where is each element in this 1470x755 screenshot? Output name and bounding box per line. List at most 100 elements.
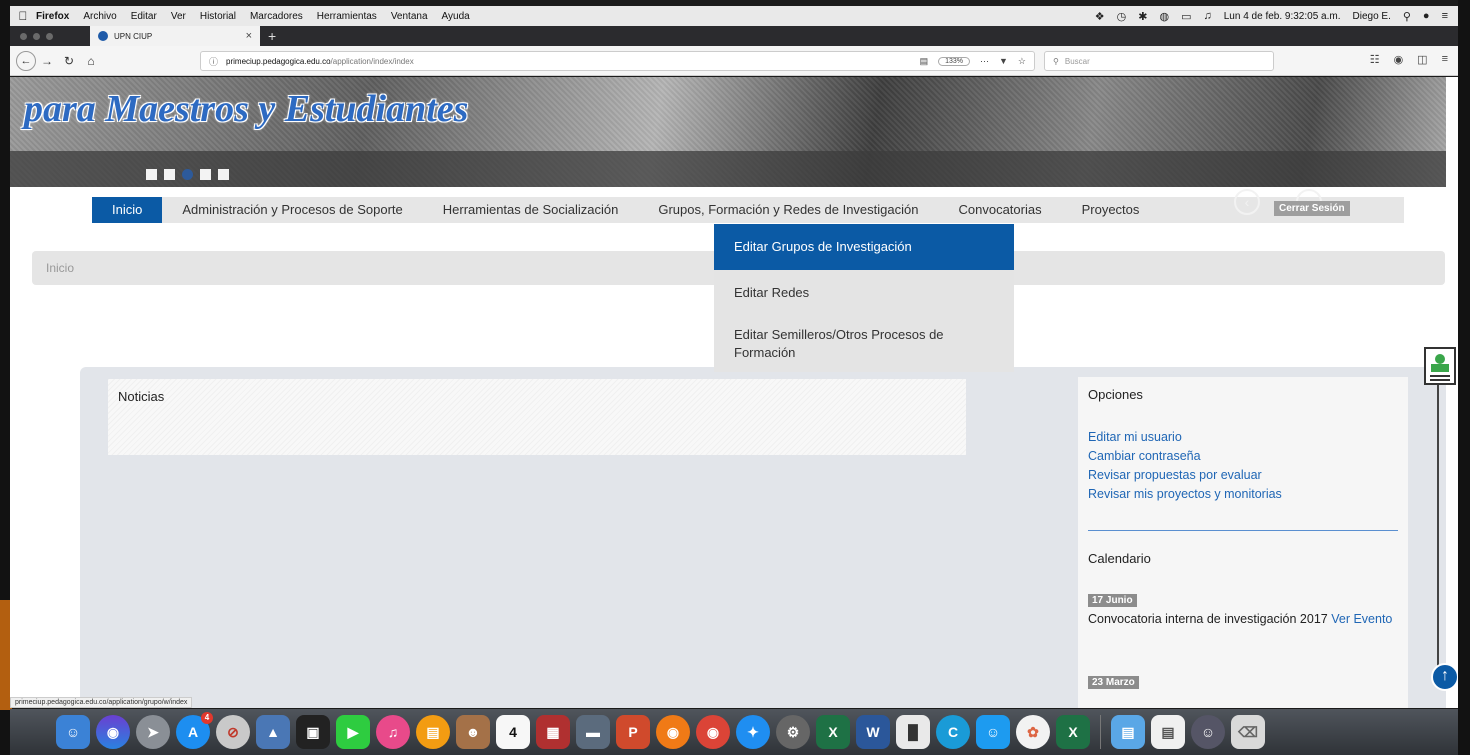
sidebar-icon[interactable]: ◫ — [1417, 53, 1427, 66]
word-icon[interactable]: W — [856, 715, 890, 749]
app-store-icon[interactable]: A4 — [176, 712, 213, 749]
spotlight-icon[interactable]: ⚲ — [1403, 10, 1411, 23]
url-bar[interactable]: ⓘ primeciup.pedagogica.edu.co /applicati… — [200, 51, 1035, 71]
excel-icon[interactable]: X — [816, 715, 850, 749]
carousel-prev-icon[interactable]: ‹ — [1234, 189, 1260, 215]
dropdown-editar-grupos[interactable]: Editar Grupos de Investigación — [714, 224, 1014, 270]
pocket-icon[interactable]: ▼ — [999, 56, 1008, 66]
site-info-icon[interactable]: ⓘ — [209, 55, 218, 68]
dropdown-editar-redes[interactable]: Editar Redes — [714, 270, 1014, 316]
carousel-dot[interactable] — [164, 169, 175, 180]
nav-grupos[interactable]: Grupos, Formación y Redes de Investigaci… — [638, 197, 938, 223]
chrome-icon[interactable]: ◉ — [696, 715, 730, 749]
menu-archivo[interactable]: Archivo — [83, 11, 116, 22]
bluetooth-icon[interactable]: ✱ — [1138, 10, 1147, 23]
volume-icon[interactable]: ♫ — [1203, 10, 1211, 22]
wifi-icon[interactable]: ◍ — [1159, 10, 1169, 23]
photo-booth-icon[interactable]: ▣ — [296, 715, 330, 749]
document-icon[interactable]: ▤ — [1151, 715, 1185, 749]
system-preferences-icon[interactable]: ⚙ — [776, 715, 810, 749]
menu-ventana[interactable]: Ventana — [391, 11, 428, 22]
link-revisar-propuestas[interactable]: Revisar propuestas por evaluar — [1088, 466, 1398, 485]
dropdown-editar-semilleros[interactable]: Editar Semilleros/Otros Procesos de Form… — [714, 316, 1014, 372]
menu-icon[interactable]: ≡ — [1442, 53, 1448, 66]
blocked-app-icon[interactable]: ⊘ — [216, 715, 250, 749]
reader-view-icon[interactable]: ▤ — [920, 56, 929, 67]
clock-text[interactable]: Lun 4 de feb. 9:32:05 a.m. — [1224, 11, 1341, 22]
close-window-button[interactable] — [20, 32, 27, 40]
main-nav: Inicio Administración y Procesos de Sopo… — [92, 189, 1404, 223]
menu-herramientas[interactable]: Herramientas — [317, 11, 377, 22]
contacts-icon[interactable]: ☻ — [456, 715, 490, 749]
zoom-window-button[interactable] — [46, 32, 53, 40]
content-area: Noticias Opciones Editar mi usuario Camb… — [80, 367, 1446, 708]
minimize-window-button[interactable] — [33, 32, 40, 40]
notification-center-icon[interactable]: ≡ — [1442, 10, 1448, 22]
preview-icon[interactable]: ▲ — [256, 715, 290, 749]
airplay-icon[interactable]: ▭ — [1181, 10, 1191, 23]
siri-icon[interactable]: ◉ — [96, 715, 130, 749]
library-icon[interactable]: ☷ — [1370, 53, 1380, 66]
carousel-dot[interactable] — [218, 169, 229, 180]
menu-app-name[interactable]: Firefox — [36, 11, 69, 22]
new-tab-button[interactable]: + — [268, 28, 276, 44]
carousel-dot-active[interactable] — [182, 169, 193, 180]
numbers-icon[interactable]: █ — [896, 715, 930, 749]
back-button[interactable]: ← — [16, 50, 36, 71]
excel-icon-2[interactable]: X — [1056, 715, 1090, 749]
extension-icon[interactable]: ◉ — [1394, 53, 1404, 66]
nav-administracion[interactable]: Administración y Procesos de Soporte — [162, 197, 422, 223]
folder-icon[interactable]: ▤ — [1111, 715, 1145, 749]
dropbox-icon[interactable]: ❖ — [1095, 10, 1105, 23]
nav-herramientas[interactable]: Herramientas de Socialización — [423, 197, 639, 223]
c-app-icon[interactable]: C — [936, 715, 970, 749]
menu-ver[interactable]: Ver — [171, 11, 186, 22]
scanner-icon[interactable]: ▬ — [576, 715, 610, 749]
launchpad-icon[interactable]: ➤ — [136, 715, 170, 749]
menu-ayuda[interactable]: Ayuda — [442, 11, 470, 22]
widget-body — [1431, 364, 1449, 372]
photos-collage-icon[interactable]: ▦ — [536, 715, 570, 749]
link-editar-usuario[interactable]: Editar mi usuario — [1088, 428, 1398, 447]
apple-icon[interactable]:  — [10, 9, 36, 23]
menu-marcadores[interactable]: Marcadores — [250, 11, 303, 22]
trash-icon[interactable]: ⌫ — [1231, 715, 1265, 749]
user-name[interactable]: Diego E. — [1353, 11, 1391, 22]
logout-button[interactable]: Cerrar Sesión — [1274, 201, 1350, 216]
nav-proyectos[interactable]: Proyectos — [1062, 197, 1160, 223]
photos-icon[interactable]: ✿ — [1016, 715, 1050, 749]
carousel-dot[interactable] — [200, 169, 211, 180]
link-revisar-proyectos[interactable]: Revisar mis proyectos y monitorias — [1088, 485, 1398, 504]
carousel-dot[interactable] — [146, 169, 157, 180]
books-icon[interactable]: ▤ — [416, 715, 450, 749]
bookmark-star-icon[interactable]: ☆ — [1018, 56, 1026, 67]
powerpoint-icon[interactable]: P — [616, 715, 650, 749]
menu-editar[interactable]: Editar — [131, 11, 157, 22]
time-machine-icon[interactable]: ◷ — [1117, 10, 1127, 23]
siri-icon[interactable]: ● — [1423, 10, 1430, 22]
menu-historial[interactable]: Historial — [200, 11, 236, 22]
facetime-icon[interactable]: ▶ — [336, 715, 370, 749]
scroll-to-top-icon[interactable]: ↑ — [1431, 663, 1458, 691]
screen-share-icon[interactable]: ☺ — [1191, 715, 1225, 749]
scroll-track[interactable] — [1437, 385, 1439, 685]
finder-icon[interactable]: ☺ — [56, 715, 90, 749]
close-tab-icon[interactable]: × — [246, 30, 252, 42]
link-cambiar-contrasena[interactable]: Cambiar contraseña — [1088, 447, 1398, 466]
safari-icon[interactable]: ✦ — [736, 715, 770, 749]
browser-tab[interactable]: UPN CIUP × — [90, 26, 260, 46]
reload-button[interactable]: ↻ — [58, 54, 80, 68]
forward-button[interactable]: → — [36, 54, 58, 68]
teams-icon[interactable]: ☺ — [976, 715, 1010, 749]
calendar-icon[interactable]: 4 — [496, 715, 530, 749]
nav-inicio[interactable]: Inicio — [92, 197, 163, 223]
music-icon[interactable]: ♫ — [376, 715, 410, 749]
firefox-icon[interactable]: ◉ — [656, 715, 690, 749]
accessibility-widget-icon[interactable] — [1424, 347, 1456, 385]
event-link[interactable]: Ver Evento — [1331, 612, 1392, 626]
page-actions-icon[interactable]: ⋯ — [980, 56, 989, 67]
search-input[interactable]: ⚲ Buscar — [1044, 51, 1274, 71]
zoom-indicator[interactable]: 133% — [938, 56, 970, 66]
nav-convocatorias[interactable]: Convocatorias — [938, 197, 1061, 223]
home-button[interactable]: ⌂ — [80, 54, 102, 68]
